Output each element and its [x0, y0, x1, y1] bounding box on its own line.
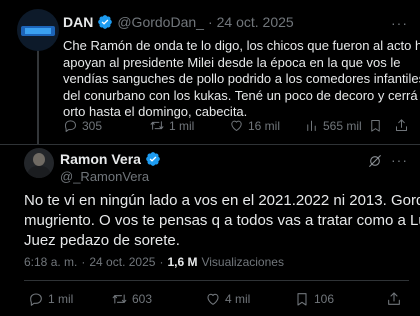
main-comment-button[interactable]: 1 mil [28, 291, 73, 307]
tweet-views-count: 1,6 M [167, 255, 198, 269]
bookmark-icon [297, 293, 307, 306]
main-text-line: mugriento. O vos te pensas q a todos vas… [24, 212, 420, 229]
reply-text-line: apoyan al presidente Milei desde la époc… [63, 54, 401, 70]
reply-header: DAN @GordoDan_ · 24 oct. 2025 [63, 13, 294, 31]
heart-icon [231, 120, 242, 131]
main-author-row: Ramon Vera [60, 151, 161, 167]
dot-separator: · [81, 255, 86, 269]
reply-text-line: vendías sanguches de pollo podrido a los… [63, 71, 420, 86]
grok-button[interactable] [367, 153, 383, 169]
avatar-dan[interactable] [17, 9, 59, 51]
reply-comment-count: 305 [82, 118, 103, 133]
repost-icon [112, 294, 127, 304]
dot-separator: · [159, 255, 164, 269]
divider [24, 280, 409, 281]
reply-text: Che Ramón de onda te lo digo, los chicos… [63, 38, 420, 121]
verified-badge-icon [146, 152, 160, 166]
reply-like-count: 16 mil [248, 118, 281, 133]
main-more-button[interactable]: ··· [391, 152, 408, 168]
verified-badge-icon [98, 15, 113, 29]
dot-separator: · [207, 14, 213, 30]
repost-icon [150, 121, 164, 130]
tweet-time[interactable]: 6:18 a. m. [24, 255, 77, 269]
reply-bookmark-button[interactable] [368, 118, 383, 133]
reply-views-button[interactable]: 565 mil [304, 118, 362, 133]
share-icon [396, 119, 407, 131]
main-text: No te vi en ningún lado a vos en el 2021… [24, 191, 420, 251]
bookmark-icon [371, 120, 380, 132]
avatar-ramon[interactable] [24, 148, 54, 178]
reply-text-line: Che Ramón de onda te lo digo, los chicos… [63, 38, 420, 53]
reply-like-button[interactable]: 16 mil [229, 118, 280, 133]
views-icon [307, 120, 316, 131]
reply-views-count: 565 mil [323, 118, 362, 133]
main-action-bar: 1 mil 603 4 mil 106 [24, 291, 409, 309]
heart-icon [207, 293, 219, 305]
main-share-button[interactable] [386, 291, 402, 307]
reply-share-button[interactable] [394, 118, 409, 133]
reply-author-handle[interactable]: @GordoDan_ [117, 14, 204, 30]
reply-action-bar: 305 1 mil 16 mil 565 mil [63, 118, 408, 136]
main-text-line: Juez pedazo de sorete. [24, 232, 180, 249]
reply-repost-button[interactable]: 1 mil [149, 118, 194, 133]
reply-more-button[interactable]: ··· [391, 15, 408, 31]
main-comment-count: 1 mil [48, 292, 74, 306]
main-bookmark-count: 106 [314, 292, 335, 306]
reply-date[interactable]: 24 oct. 2025 [217, 14, 294, 30]
main-repost-count: 603 [132, 292, 153, 306]
main-like-count: 4 mil [225, 292, 251, 306]
main-repost-button[interactable]: 603 [111, 291, 152, 307]
thread-line [37, 36, 39, 144]
tweet-date[interactable]: 24 oct. 2025 [89, 255, 155, 269]
main-author-name[interactable]: Ramon Vera [60, 151, 141, 167]
comment-icon [65, 120, 76, 132]
tweet-metadata: 6:18 a. m. · 24 oct. 2025 · 1,6 M Visual… [24, 255, 284, 269]
share-icon [388, 292, 400, 305]
reply-comment-button[interactable]: 305 [63, 118, 102, 133]
main-like-button[interactable]: 4 mil [205, 291, 250, 307]
main-bookmark-button[interactable]: 106 [294, 291, 334, 307]
reply-author-name[interactable]: DAN [63, 14, 93, 30]
reply-repost-count: 1 mil [169, 118, 195, 133]
reply-text-line: del conurbano con los kukas. Tené un poc… [63, 87, 420, 103]
main-author-handle[interactable]: @_RamonVera [60, 169, 149, 184]
divider [0, 144, 420, 145]
tweet-views-label: Visualizaciones [201, 255, 284, 269]
grok-icon [369, 155, 381, 167]
main-text-line: No te vi en ningún lado a vos en el 2021… [24, 192, 420, 209]
comment-icon [30, 293, 42, 306]
